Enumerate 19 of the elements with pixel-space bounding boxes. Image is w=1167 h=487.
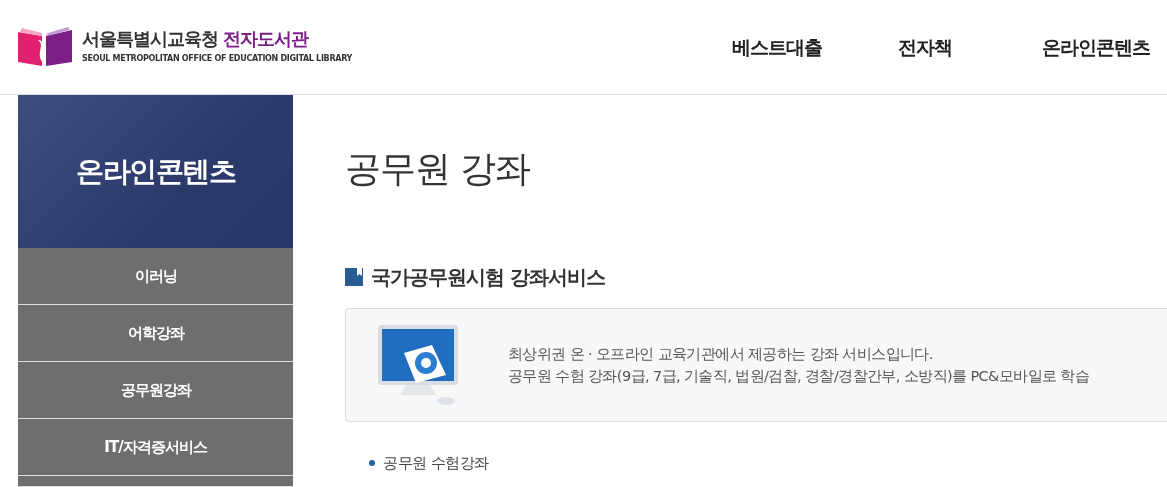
bullet-icon bbox=[369, 460, 375, 467]
sidebar-item[interactable]: 어학강좌 bbox=[18, 305, 293, 362]
logo-title: 서울특별시교육청 전자도서관 bbox=[82, 28, 310, 49]
section-title: 국가공무원시험 강좌서비스 bbox=[371, 264, 605, 292]
page-title: 공무원 강좌 bbox=[345, 147, 532, 191]
sidebar-item[interactable]: 공무원강좌 bbox=[18, 362, 293, 419]
info-text: 공무원 수험 강좌(9급, 7급, 기술직, 법원/검찰, 경찰/경찰간부, 소방직)를 PC&모바일로 학습 bbox=[508, 367, 1090, 387]
bookmark-icon bbox=[345, 268, 363, 287]
sidebar-item[interactable]: 이러닝 bbox=[18, 248, 293, 305]
logo-subtitle: SEOUL METROPOLITAN OFFICE OF EDUCATION DIGITAL LIBRARY bbox=[82, 53, 353, 66]
course-link[interactable]: 공무원 수험강좌 bbox=[383, 452, 489, 475]
sidebar-item[interactable]: IT/자격증서비스 bbox=[18, 419, 293, 476]
nav-link[interactable]: 온라인콘텐츠 bbox=[1042, 32, 1150, 62]
nav-link[interactable]: 베스트대출 bbox=[732, 32, 822, 62]
nav-link[interactable]: 전자책 bbox=[898, 32, 952, 62]
sidebar-item[interactable] bbox=[18, 476, 293, 487]
sidebar-title: 온라인콘텐츠 bbox=[76, 153, 235, 190]
book-logo-icon bbox=[16, 26, 74, 68]
info-text: 최상위권 온 · 오프라인 교육기관에서 제공하는 강좌 서비스입니다. bbox=[508, 345, 934, 365]
